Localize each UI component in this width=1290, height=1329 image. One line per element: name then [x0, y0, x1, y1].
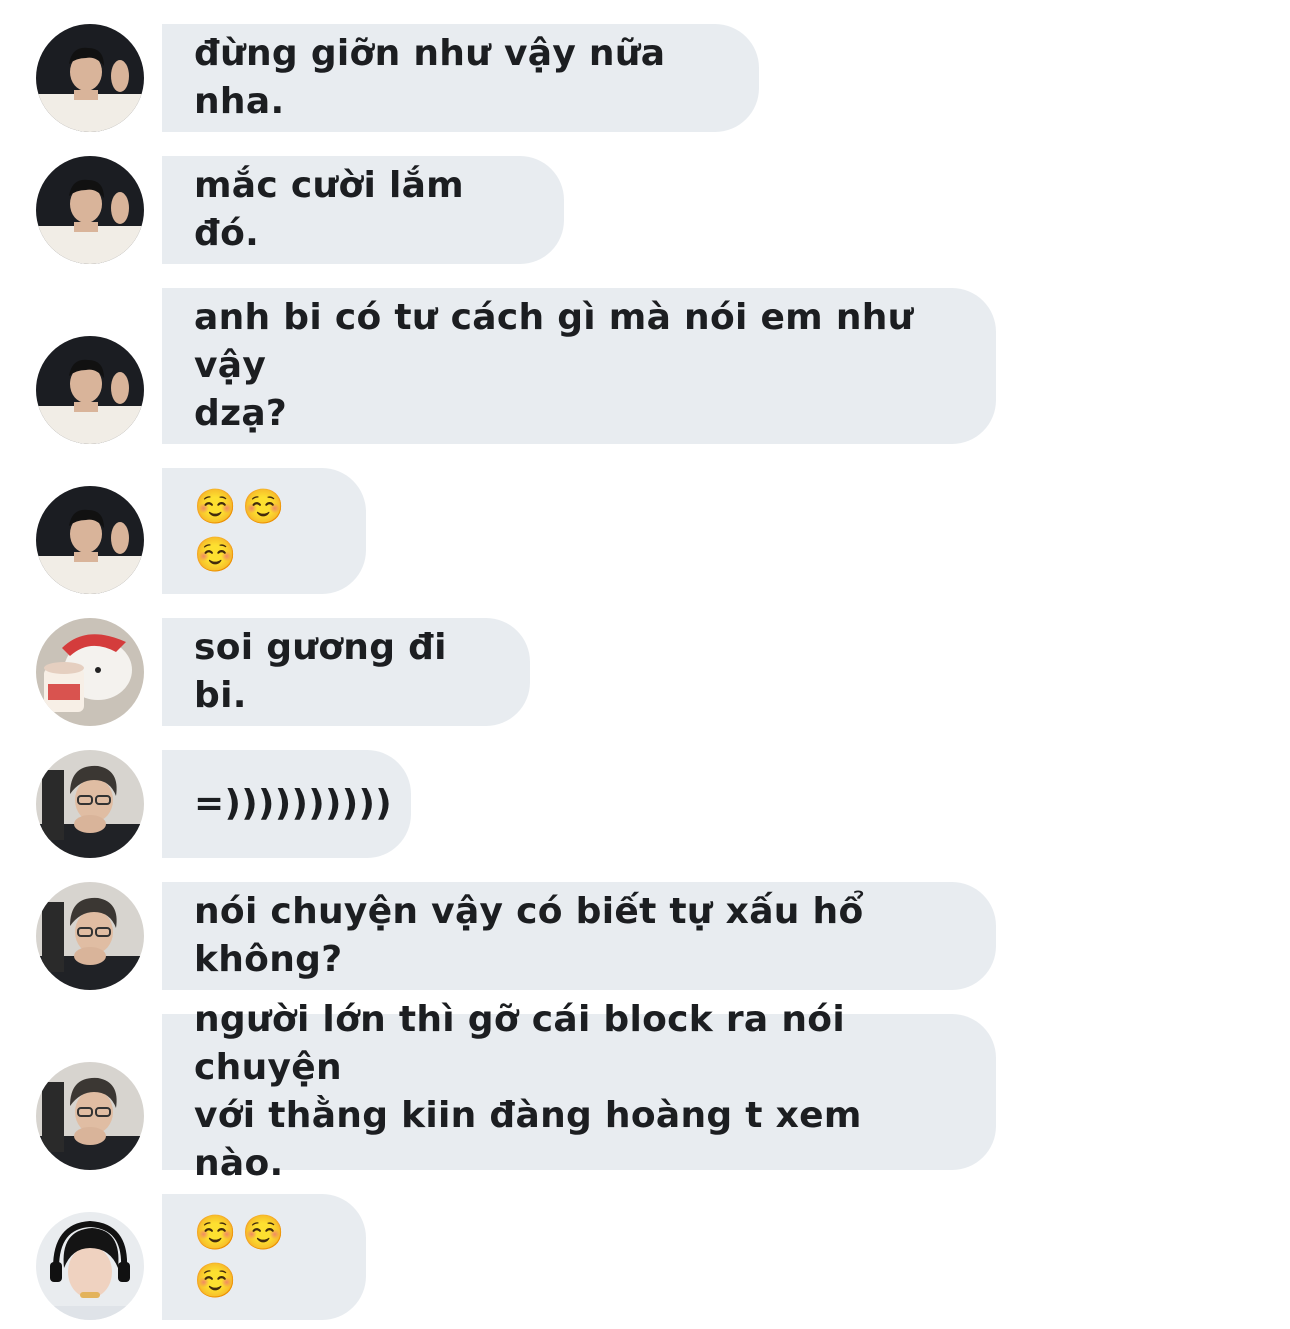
message-row: ☺️☺️☺️	[0, 1194, 1290, 1320]
message-text: =))))))))))	[194, 783, 392, 824]
message-text: ☺️☺️☺️	[194, 1213, 291, 1301]
cartoon-bear-icecream-avatar[interactable]	[36, 618, 144, 726]
message-row: người lớn thì gỡ cái block ra nói chuyện…	[0, 999, 1290, 1184]
message-bubble[interactable]: ☺️☺️☺️	[162, 468, 366, 594]
man-glasses-phone-avatar[interactable]	[36, 750, 144, 858]
message-text: đừng giỡn như vậy nữa nha.	[194, 33, 679, 122]
message-row: nói chuyện vậy có biết tự xấu hổ không?	[0, 882, 1290, 990]
message-bubble[interactable]: ☺️☺️☺️	[162, 1194, 366, 1320]
message-row: đừng giỡn như vậy nữa nha.	[0, 24, 1290, 132]
boy-headset-avatar[interactable]	[36, 1212, 144, 1320]
young-man-white-shirt-avatar[interactable]	[36, 24, 144, 132]
message-row: mắc cười lắm đó.	[0, 156, 1290, 264]
message-text: nói chuyện vậy có biết tự xấu hổ không?	[194, 891, 877, 980]
message-text: anh bi có tư cách gì mà nói em như vậy d…	[194, 297, 914, 434]
message-text: ☺️☺️☺️	[194, 487, 291, 575]
message-bubble[interactable]: mắc cười lắm đó.	[162, 156, 564, 264]
message-bubble[interactable]: soi gương đi bi.	[162, 618, 530, 726]
man-glasses-phone-avatar[interactable]	[36, 1062, 144, 1170]
message-text: mắc cười lắm đó.	[194, 165, 477, 254]
message-bubble[interactable]: anh bi có tư cách gì mà nói em như vậy d…	[162, 288, 996, 444]
message-bubble[interactable]: =))))))))))	[162, 750, 411, 858]
message-row: ☺️☺️☺️	[0, 468, 1290, 594]
message-row: =))))))))))	[0, 750, 1290, 858]
message-text: người lớn thì gỡ cái block ra nói chuyện…	[194, 999, 862, 1184]
message-bubble[interactable]: nói chuyện vậy có biết tự xấu hổ không?	[162, 882, 996, 990]
young-man-white-shirt-avatar[interactable]	[36, 336, 144, 444]
young-man-white-shirt-avatar[interactable]	[36, 486, 144, 594]
man-glasses-phone-avatar[interactable]	[36, 882, 144, 990]
message-row: anh bi có tư cách gì mà nói em như vậy d…	[0, 288, 1290, 444]
message-bubble[interactable]: đừng giỡn như vậy nữa nha.	[162, 24, 759, 132]
message-row: soi gương đi bi.	[0, 618, 1290, 726]
message-text: soi gương đi bi.	[194, 627, 460, 716]
message-bubble[interactable]: người lớn thì gỡ cái block ra nói chuyện…	[162, 999, 996, 1184]
young-man-white-shirt-avatar[interactable]	[36, 156, 144, 264]
